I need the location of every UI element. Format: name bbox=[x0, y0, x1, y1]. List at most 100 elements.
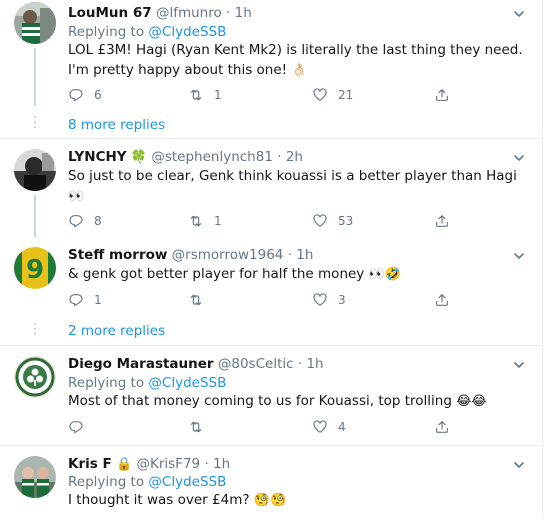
separator-dot: · bbox=[226, 5, 231, 21]
timestamp[interactable]: 2h bbox=[286, 149, 303, 165]
tweet-text-content: & genk got better player for half the mo… bbox=[68, 266, 365, 282]
timestamp[interactable]: 1h bbox=[235, 5, 252, 21]
like-icon bbox=[313, 214, 327, 227]
tweet-text: Most of that money coming to us for Koua… bbox=[68, 391, 528, 411]
like-button[interactable]: 21 bbox=[312, 86, 353, 104]
replying-to-link[interactable]: @ClydeSSB bbox=[148, 24, 226, 40]
retweet-icon bbox=[190, 215, 202, 227]
like-button[interactable]: 3 bbox=[312, 291, 346, 309]
tweet-diego-marastauner[interactable]: Diego Marastauner @80sCeltic · 1h Replyi… bbox=[0, 346, 542, 446]
display-name[interactable]: Kris F bbox=[68, 456, 112, 472]
more-replies-link[interactable]: 2 more replies bbox=[68, 322, 165, 340]
like-button[interactable]: 53 bbox=[312, 212, 353, 230]
separator-dot: · bbox=[277, 149, 282, 165]
tweet-header: Kris F 🔒 @KrisF79 · 1h bbox=[68, 455, 230, 473]
tweet-actions: 6 1 21 bbox=[68, 86, 468, 104]
like-count: 21 bbox=[338, 88, 354, 102]
tweet-kris-f[interactable]: Kris F 🔒 @KrisF79 · 1h Replying to @Clyd… bbox=[0, 446, 542, 519]
username[interactable]: @KrisF79 bbox=[137, 456, 201, 472]
timestamp[interactable]: 1h bbox=[213, 456, 230, 472]
tweet-actions: 8 1 53 bbox=[68, 212, 468, 230]
separator-dot: · bbox=[204, 456, 209, 472]
retweet-button[interactable]: 1 bbox=[188, 86, 222, 104]
avatar[interactable] bbox=[14, 149, 56, 191]
separator-dot: · bbox=[287, 247, 292, 263]
retweet-button[interactable] bbox=[188, 291, 214, 309]
chevron-down-icon[interactable] bbox=[512, 457, 526, 471]
reply-button[interactable]: 8 bbox=[68, 212, 102, 230]
reply-count: 1 bbox=[94, 293, 102, 307]
reply-button[interactable]: 1 bbox=[68, 291, 102, 309]
timestamp[interactable]: 1h bbox=[296, 247, 313, 263]
reply-icon bbox=[69, 89, 83, 102]
tweet-header: LouMun 67 @lfmunro · 1h bbox=[68, 4, 252, 22]
share-button[interactable] bbox=[434, 291, 450, 309]
reply-icon bbox=[69, 294, 83, 307]
tweet-text: I thought it was over £4m? 🧐🧐 bbox=[68, 490, 528, 510]
display-name[interactable]: LYNCHY bbox=[68, 149, 127, 165]
timestamp[interactable]: 1h bbox=[306, 356, 323, 372]
like-button[interactable]: 4 bbox=[312, 418, 346, 436]
display-name[interactable]: Steff morrow bbox=[68, 247, 167, 263]
thread-line bbox=[34, 48, 36, 106]
replying-to-link[interactable]: @ClydeSSB bbox=[148, 375, 226, 391]
avatar[interactable]: 9 bbox=[14, 247, 56, 289]
reply-count: 8 bbox=[94, 214, 102, 228]
replying-to-label: Replying to bbox=[68, 24, 145, 40]
avatar[interactable] bbox=[14, 2, 56, 44]
name-emoji: 🍀 bbox=[130, 150, 148, 165]
replying-to-link[interactable]: @ClydeSSB bbox=[148, 474, 226, 490]
share-icon bbox=[436, 294, 448, 306]
thread-dots bbox=[34, 116, 36, 131]
chevron-down-icon[interactable] bbox=[512, 248, 526, 262]
replying-to-label: Replying to bbox=[68, 474, 145, 490]
svg-text:9: 9 bbox=[26, 255, 44, 285]
tweet-actions: 4 bbox=[68, 418, 468, 436]
tweet-lynchy[interactable]: LYNCHY 🍀 @stephenlynch81 · 2h So just to… bbox=[0, 139, 542, 237]
share-icon bbox=[436, 89, 448, 101]
tweet-emoji: 🧐🧐 bbox=[253, 493, 287, 508]
retweet-button[interactable] bbox=[188, 418, 214, 436]
username[interactable]: @80sCeltic bbox=[218, 356, 294, 372]
retweet-count: 1 bbox=[214, 88, 222, 102]
reply-icon bbox=[69, 215, 83, 228]
tweet-header: Diego Marastauner @80sCeltic · 1h bbox=[68, 355, 324, 373]
tweet-text: LOL £3M! Hagi (Ryan Kent Mk2) is literal… bbox=[68, 40, 528, 80]
tweet-text: & genk got better player for half the mo… bbox=[68, 264, 528, 284]
display-name[interactable]: LouMun 67 bbox=[68, 5, 152, 21]
retweet-button[interactable]: 1 bbox=[188, 212, 222, 230]
username[interactable]: @rsmorrow1964 bbox=[172, 247, 284, 263]
reply-button[interactable]: 6 bbox=[68, 86, 102, 104]
username[interactable]: @stephenlynch81 bbox=[151, 149, 273, 165]
like-icon bbox=[313, 88, 327, 101]
tweet-loumun[interactable]: LouMun 67 @lfmunro · 1h Replying to @Cly… bbox=[0, 0, 542, 134]
share-icon bbox=[436, 421, 448, 433]
chevron-down-icon[interactable] bbox=[512, 357, 526, 371]
reply-button[interactable] bbox=[68, 418, 94, 436]
tweet-steff-morrow[interactable]: 9 Steff morrow @rsmorrow1964 · 1h & genk… bbox=[0, 237, 542, 343]
retweet-count: 1 bbox=[214, 214, 222, 228]
like-count: 3 bbox=[338, 293, 346, 307]
replying-to: Replying to @ClydeSSB bbox=[68, 374, 226, 392]
retweet-icon bbox=[190, 89, 202, 101]
display-name[interactable]: Diego Marastauner bbox=[68, 356, 214, 372]
tweet-header: Steff morrow @rsmorrow1964 · 1h bbox=[68, 246, 313, 264]
avatar[interactable] bbox=[14, 356, 56, 398]
username[interactable]: @lfmunro bbox=[156, 5, 222, 21]
tweet-emoji: 👀 bbox=[68, 189, 85, 204]
retweet-icon bbox=[190, 421, 202, 433]
reply-icon bbox=[69, 421, 83, 434]
avatar[interactable] bbox=[14, 456, 56, 498]
more-replies-link[interactable]: 8 more replies bbox=[68, 116, 165, 134]
share-button[interactable] bbox=[434, 212, 450, 230]
share-button[interactable] bbox=[434, 86, 450, 104]
tweet-actions: 1 3 bbox=[68, 291, 468, 309]
like-count: 4 bbox=[338, 420, 346, 434]
replying-to-label: Replying to bbox=[68, 375, 145, 391]
chevron-down-icon[interactable] bbox=[512, 150, 526, 164]
chevron-down-icon[interactable] bbox=[512, 6, 526, 20]
tweet-header: LYNCHY 🍀 @stephenlynch81 · 2h bbox=[68, 148, 303, 166]
like-icon bbox=[313, 293, 327, 306]
share-button[interactable] bbox=[434, 418, 450, 436]
replying-to: Replying to @ClydeSSB bbox=[68, 23, 226, 41]
